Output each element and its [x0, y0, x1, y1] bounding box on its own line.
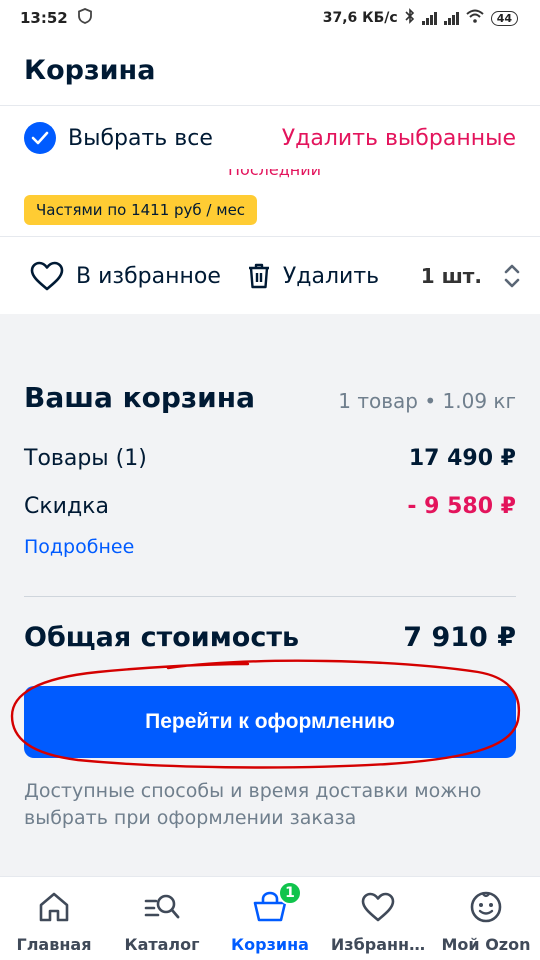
nav-item-my-ozon[interactable]: Мой Ozon	[432, 877, 540, 960]
divider	[0, 236, 540, 237]
wifi-icon	[466, 9, 484, 27]
delete-item-button[interactable]: Удалить	[247, 262, 379, 290]
status-left: 13:52	[20, 8, 92, 28]
select-all-label[interactable]: Выбрать все	[68, 126, 213, 151]
goods-value: 17 490 ₽	[408, 446, 516, 471]
trash-icon	[248, 263, 269, 289]
details-link[interactable]: Подробнее	[24, 536, 134, 558]
quantity-value: 1 шт.	[420, 264, 482, 288]
goods-label: Товары (1)	[24, 446, 147, 471]
nav-item-home[interactable]: Главная	[0, 877, 108, 960]
installment-badge[interactable]: Частями по 1411 руб / мес	[24, 195, 258, 225]
item-actions: В избранное Удалить 1 шт.	[0, 238, 540, 314]
cart-summary-title: Ваша корзина	[24, 381, 256, 414]
total-label: Общая стоимость	[24, 622, 300, 653]
quantity-selector[interactable]: 1 шт.	[421, 262, 520, 290]
cart-summary-meta: 1 товар • 1.09 кг	[338, 389, 516, 413]
nav-label-catalog: Каталог	[124, 935, 200, 954]
shield-icon	[77, 8, 92, 28]
home-icon	[36, 889, 72, 925]
nav-label-home: Главная	[16, 935, 92, 954]
signal-icon-2	[443, 11, 459, 25]
nav-label-my-ozon: Мой Ozon	[441, 935, 531, 954]
total-value: 7 910 ₽	[403, 622, 516, 653]
status-time: 13:52	[20, 9, 68, 27]
nav-item-favorites[interactable]: Избранн…	[324, 877, 432, 960]
bottom-navigation: Главная Каталог 1 Корзина Избранн… Мой O…	[0, 876, 540, 960]
nav-item-catalog[interactable]: Каталог	[108, 877, 216, 960]
catalog-search-icon	[144, 889, 180, 925]
summary-divider	[24, 596, 516, 597]
add-to-favorites-button[interactable]: В избранное	[30, 261, 221, 291]
nav-item-cart[interactable]: 1 Корзина	[216, 877, 324, 960]
bluetooth-icon	[405, 8, 415, 28]
network-speed: 37,6 КБ/с	[322, 10, 398, 26]
discount-value: - 9 580 ₽	[407, 494, 516, 519]
nav-label-cart: Корзина	[231, 935, 309, 954]
discount-label: Скидка	[24, 494, 109, 519]
delete-selected-button[interactable]: Удалить выбранные	[282, 126, 516, 151]
favorites-label: В избранное	[76, 263, 221, 289]
checkmark-icon	[31, 131, 49, 145]
nav-label-favorites: Избранн…	[330, 935, 426, 954]
heart-icon	[30, 261, 64, 291]
delete-label: Удалить	[282, 263, 380, 289]
delivery-note: Доступные способы и время доставки можно…	[24, 780, 482, 829]
signal-icon	[421, 11, 437, 25]
checkout-button[interactable]: Перейти к оформлению	[24, 686, 516, 758]
page-header: Корзина	[0, 36, 540, 106]
battery-icon: 44	[490, 10, 518, 26]
smiley-icon	[468, 889, 504, 925]
chevron-updown-icon	[504, 264, 520, 288]
cart-badge: 1	[278, 881, 302, 905]
select-row: Выбрать все Удалить выбранные	[0, 107, 540, 169]
status-right: 37,6 КБ/с 44	[323, 8, 518, 28]
select-all-checkbox[interactable]	[24, 122, 56, 154]
status-bar: 13:52 37,6 КБ/с 44	[0, 0, 540, 36]
heart-icon	[360, 889, 396, 925]
page-title: Корзина	[24, 55, 156, 86]
